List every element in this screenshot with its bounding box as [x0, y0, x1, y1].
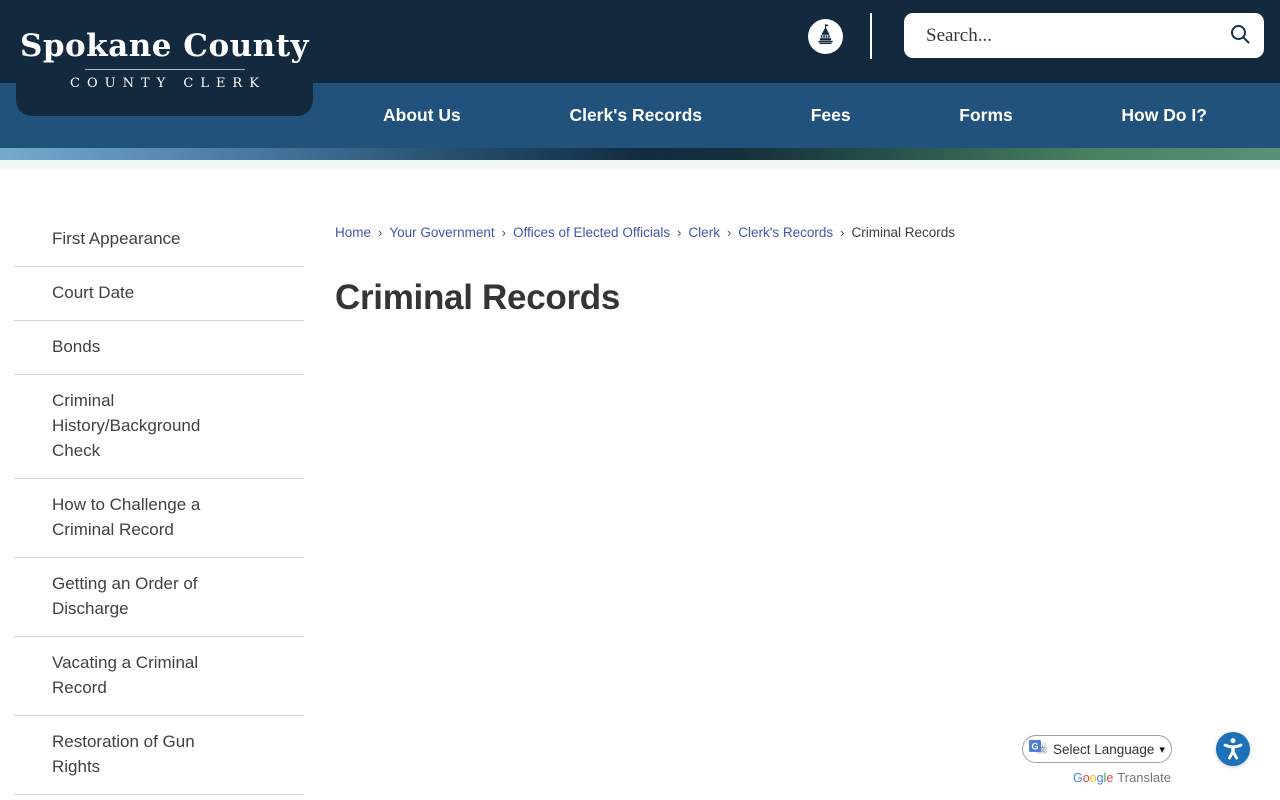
- breadcrumb-separator: ›: [677, 225, 682, 240]
- breadcrumb-separator: ›: [501, 225, 507, 240]
- google-translate-widget: G 文 Select Language ▾ Google Translate: [1022, 735, 1172, 785]
- main-nav-items: About Us Clerk's Records Fees Forms How …: [383, 83, 1207, 148]
- sidebar-item-label: How to Challenge a Criminal Record: [52, 495, 201, 539]
- accessibility-icon: [1220, 735, 1246, 764]
- breadcrumb: Home › Your Government › Offices of Elected …: [335, 225, 955, 240]
- sidebar-item-label: Restoration of Gun Rights: [52, 732, 195, 776]
- google-translate-attribution[interactable]: Google Translate: [1022, 770, 1172, 785]
- svg-text:文: 文: [1039, 744, 1046, 753]
- sidebar-item-label: Vacating a Criminal Record: [52, 653, 199, 697]
- sidebar-item-label: Court Date: [52, 283, 135, 302]
- breadcrumb-separator: ›: [378, 225, 383, 240]
- sidebar-item-first-appearance[interactable]: First Appearance: [14, 213, 304, 267]
- accessibility-button[interactable]: [1216, 732, 1250, 766]
- county-seal[interactable]: [808, 19, 843, 54]
- site-logo[interactable]: Spokane County COUNTY CLERK: [16, 0, 313, 116]
- sidebar-item-vacating-record[interactable]: Vacating a Criminal Record: [14, 637, 304, 716]
- logo-title: Spokane County: [19, 28, 310, 64]
- nav-item-fees[interactable]: Fees: [811, 105, 851, 126]
- breadcrumb-separator: ›: [840, 225, 845, 240]
- page-title: Criminal Records: [335, 278, 621, 317]
- translate-label: Translate: [1117, 770, 1171, 785]
- breadcrumb-separator: ›: [726, 225, 732, 240]
- search-icon: [1228, 22, 1252, 49]
- google-translate-icon: G 文: [1028, 737, 1048, 762]
- sidebar-item-label: Getting an Order of Discharge: [52, 574, 198, 618]
- google-logo-letter: g: [1096, 771, 1104, 785]
- language-select-value: Select Language: [1053, 741, 1155, 757]
- accent-gradient-strip: [0, 148, 1280, 160]
- search-button[interactable]: [1216, 13, 1264, 58]
- google-logo-letter: o: [1082, 771, 1090, 785]
- search-box: [904, 13, 1264, 58]
- left-sidebar-menu: First Appearance Court Date Bonds Crimin…: [14, 213, 304, 795]
- breadcrumb-link-clerks-records[interactable]: Clerk's Records: [738, 225, 833, 240]
- svg-text:G: G: [1031, 741, 1038, 751]
- chevron-down-icon: ▾: [1159, 743, 1165, 756]
- breadcrumb-link-home[interactable]: Home: [335, 225, 371, 240]
- sidebar-item-label: First Appearance: [52, 229, 181, 248]
- google-logo-letter: G: [1072, 771, 1083, 785]
- sidebar-item-label: Criminal History/Background Check: [52, 391, 201, 460]
- sidebar-item-order-of-discharge[interactable]: Getting an Order of Discharge: [14, 558, 304, 637]
- google-logo-letter: o: [1089, 771, 1097, 785]
- google-logo-letter: e: [1106, 771, 1114, 785]
- logo-rule: [84, 69, 245, 70]
- breadcrumb-current: Criminal Records: [851, 225, 956, 240]
- header-divider: [870, 13, 872, 59]
- nav-item-how-do-i[interactable]: How Do I?: [1121, 105, 1207, 126]
- nav-item-clerks-records[interactable]: Clerk's Records: [569, 105, 702, 126]
- nav-item-forms[interactable]: Forms: [959, 105, 1012, 126]
- content-top-shade: [0, 160, 1280, 169]
- sidebar-item-bonds[interactable]: Bonds: [14, 321, 304, 375]
- sidebar-item-challenge-record[interactable]: How to Challenge a Criminal Record: [14, 479, 304, 558]
- language-select[interactable]: G 文 Select Language ▾: [1022, 735, 1172, 763]
- sidebar-item-criminal-history[interactable]: Criminal History/Background Check: [14, 375, 304, 479]
- sidebar-item-court-date[interactable]: Court Date: [14, 267, 304, 321]
- breadcrumb-link-clerk[interactable]: Clerk: [688, 225, 720, 240]
- breadcrumb-link-your-government[interactable]: Your Government: [389, 225, 494, 240]
- sidebar-item-gun-rights[interactable]: Restoration of Gun Rights: [14, 716, 304, 795]
- logo-subtitle: COUNTY CLERK: [70, 76, 266, 91]
- courthouse-icon: [813, 22, 838, 52]
- sidebar-item-label: Bonds: [52, 337, 101, 356]
- nav-item-about-us[interactable]: About Us: [383, 105, 461, 126]
- breadcrumb-link-elected-officials[interactable]: Offices of Elected Officials: [513, 225, 670, 240]
- search-input[interactable]: [904, 13, 1216, 58]
